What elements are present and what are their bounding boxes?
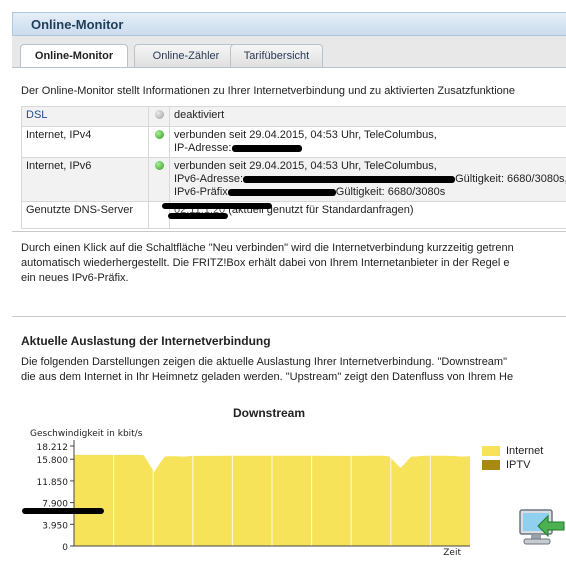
chart-x-axis-label: Zeit: [443, 548, 461, 558]
legend-item: IPTV: [482, 459, 543, 471]
legend-item: Internet: [482, 445, 543, 457]
redaction-mark: [22, 508, 104, 514]
y-tick-label: 0: [62, 543, 68, 553]
y-tick-label: 15.800: [37, 456, 69, 466]
y-tick-label: 18.212: [37, 443, 69, 453]
legend-swatch: [482, 460, 500, 470]
y-tick-label: 11.850: [37, 478, 69, 488]
legend-label: Internet: [506, 445, 543, 457]
chart-y-axis-label: Geschwindigkeit in kbit/s: [30, 429, 143, 439]
legend-swatch: [482, 446, 500, 456]
chart-title: Downstream: [233, 406, 305, 420]
monitor-icon[interactable]: [518, 508, 566, 548]
legend-label: IPTV: [506, 459, 530, 471]
chart-legend: Internet IPTV: [482, 445, 543, 471]
y-tick-label: 3.950: [42, 521, 68, 531]
downstream-chart: Downstream Geschwindigkeit in kbit/s Zei…: [0, 0, 566, 564]
